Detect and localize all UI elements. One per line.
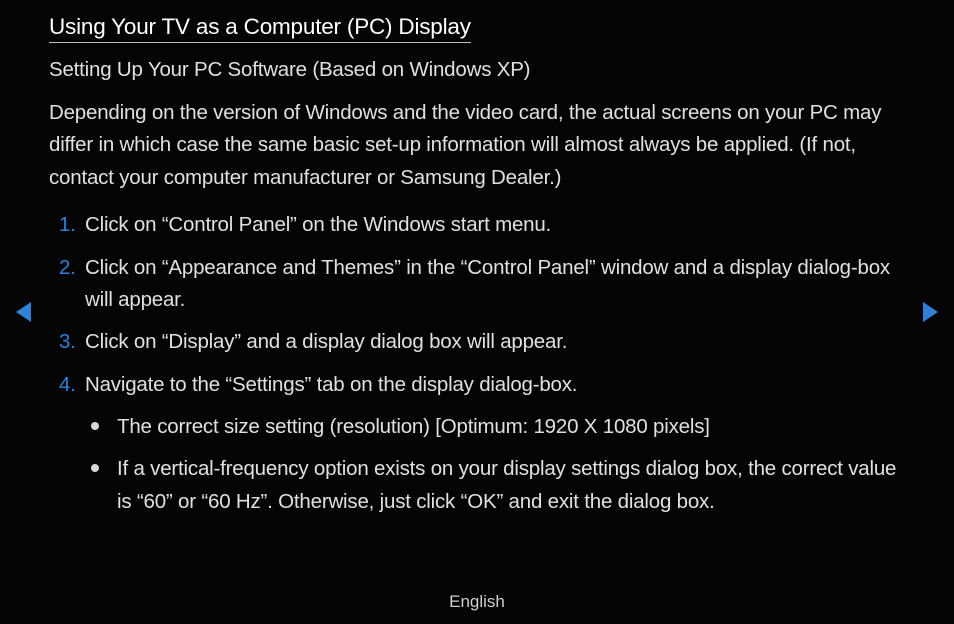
intro-paragraph: Depending on the version of Windows and … bbox=[49, 97, 905, 194]
bullet-item: The correct size setting (resolution) [O… bbox=[85, 411, 905, 443]
step-item: Click on “Control Panel” on the Windows … bbox=[59, 209, 905, 241]
step-item: Navigate to the “Settings” tab on the di… bbox=[59, 369, 905, 401]
step-item: Click on “Appearance and Themes” in the … bbox=[59, 252, 905, 317]
page-subtitle: Setting Up Your PC Software (Based on Wi… bbox=[49, 58, 905, 82]
bullet-item: If a vertical-frequency option exists on… bbox=[85, 453, 905, 518]
steps-list: Click on “Control Panel” on the Windows … bbox=[59, 209, 905, 401]
next-page-arrow-icon[interactable] bbox=[923, 302, 938, 322]
step-item: Click on “Display” and a display dialog … bbox=[59, 326, 905, 358]
manual-page-content: Using Your TV as a Computer (PC) Display… bbox=[49, 14, 905, 528]
page-title: Using Your TV as a Computer (PC) Display bbox=[49, 14, 471, 43]
bullet-list: The correct size setting (resolution) [O… bbox=[85, 411, 905, 518]
prev-page-arrow-icon[interactable] bbox=[16, 302, 31, 322]
language-footer: English bbox=[0, 592, 954, 612]
